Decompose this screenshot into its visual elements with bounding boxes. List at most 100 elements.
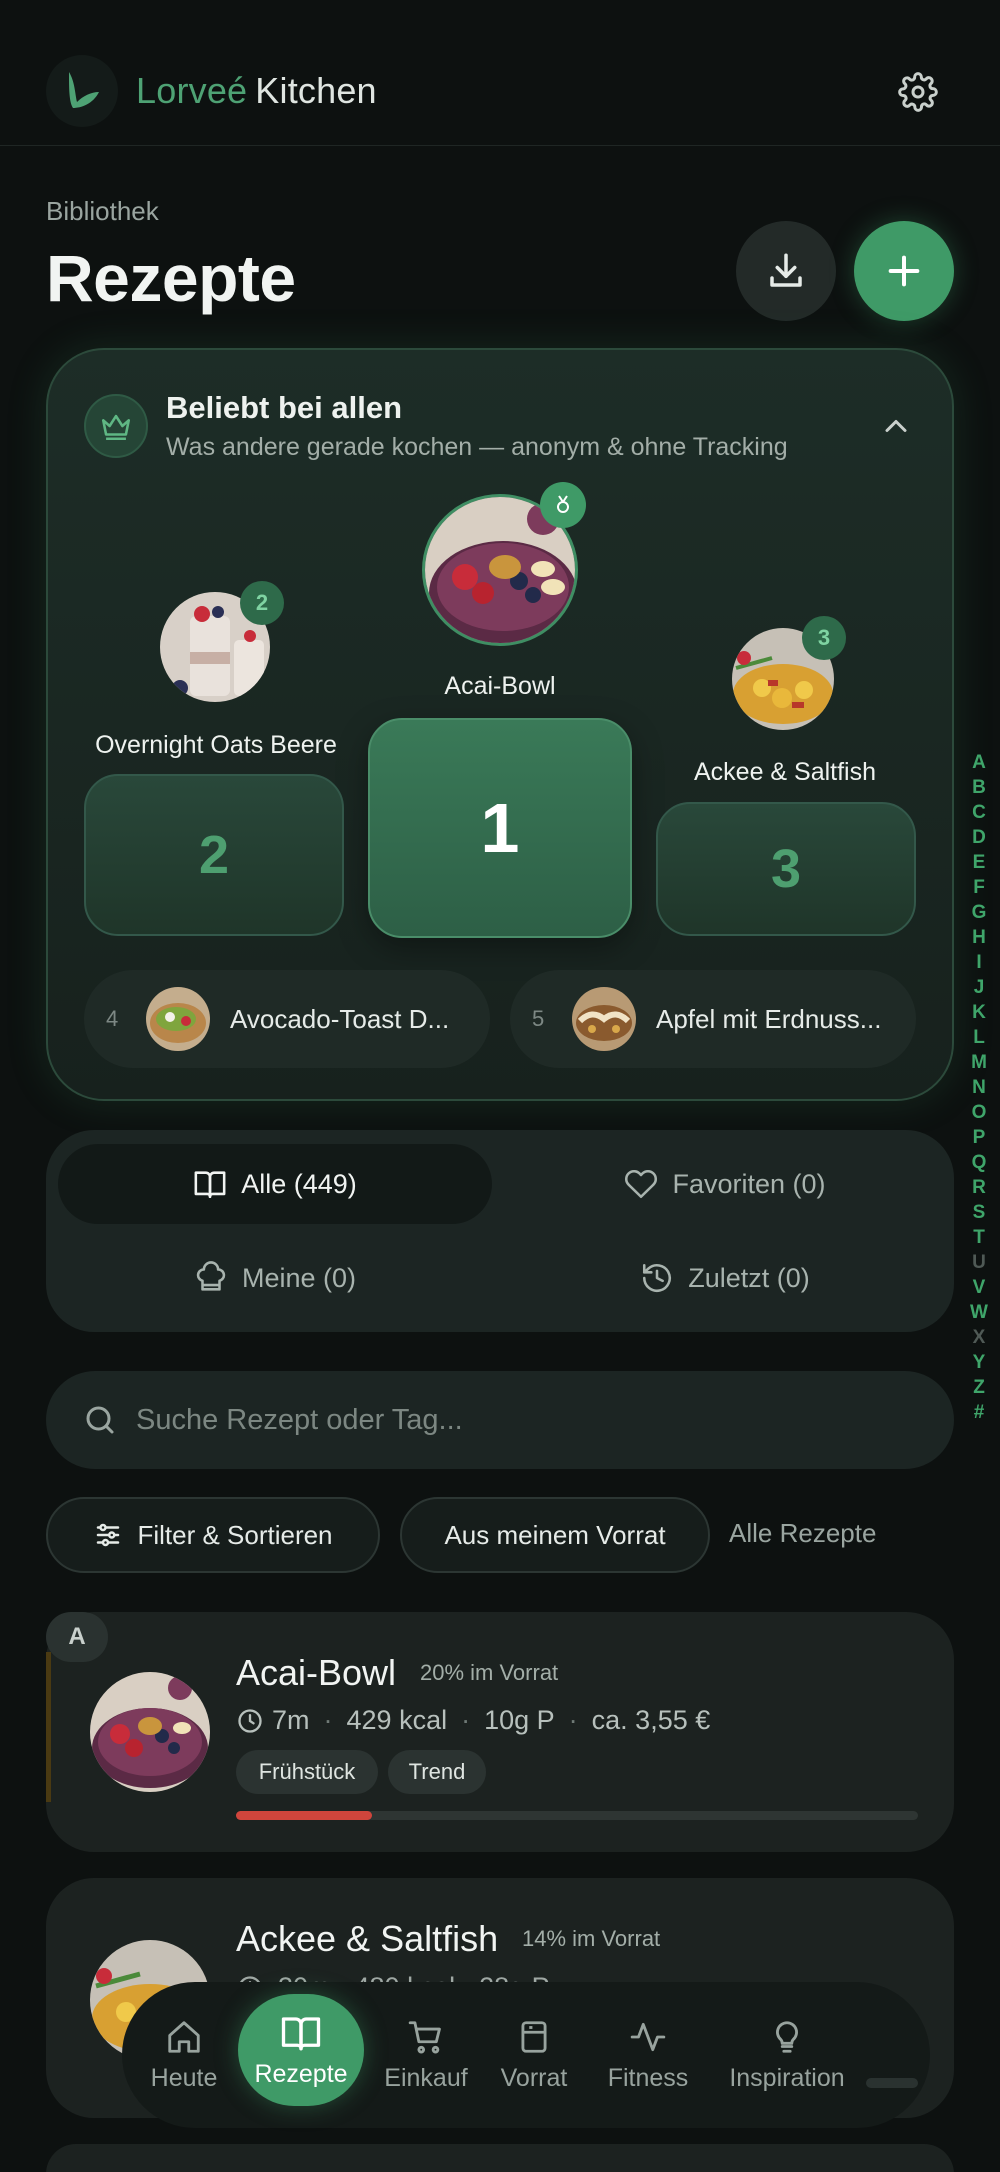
alphabet-letter[interactable]: G — [972, 900, 987, 925]
recipe-protein: 10g P — [484, 1705, 555, 1735]
tab-favorites[interactable]: Favoriten (0) — [508, 1144, 942, 1224]
alphabet-letter[interactable]: # — [974, 1400, 985, 1425]
filter-sort-label: Filter & Sortieren — [137, 1519, 333, 1550]
nav-shopping-label: Einkauf — [384, 2063, 468, 2092]
rank-2-badge: 2 — [240, 581, 284, 625]
tab-recent-label: Zuletzt (0) — [688, 1262, 810, 1293]
chevron-up-icon[interactable] — [878, 408, 918, 444]
tab-favorites-label: Favoriten (0) — [672, 1168, 826, 1199]
alphabet-letter[interactable]: N — [972, 1075, 986, 1100]
recipe-name: Ackee & Saltfish — [236, 1918, 499, 1959]
book-icon — [194, 1171, 226, 1199]
recipe-tag[interactable]: Frühstück — [236, 1750, 378, 1794]
popular-title: Beliebt bei allen — [166, 390, 403, 425]
home-icon — [168, 2020, 200, 2053]
alphabet-letter[interactable]: V — [973, 1275, 986, 1300]
all-recipes-label[interactable]: Alle Rezepte — [729, 1518, 876, 1549]
nav-pantry-label: Vorrat — [500, 2063, 568, 2092]
recipe-stock: 20% im Vorrat — [420, 1660, 559, 1685]
alphabet-letter[interactable]: L — [973, 1025, 985, 1050]
recipe-tag[interactable]: Trend — [388, 1750, 486, 1794]
recipe-stock: 14% im Vorrat — [522, 1926, 661, 1951]
alphabet-letter[interactable]: B — [972, 775, 986, 800]
alphabet-letter[interactable]: A — [972, 750, 986, 775]
alphabet-letter[interactable]: I — [976, 950, 981, 975]
alphabet-letter[interactable]: O — [972, 1100, 987, 1125]
alphabet-letter[interactable]: M — [971, 1050, 987, 1075]
download-icon — [770, 253, 802, 287]
podium-2-name[interactable]: Overnight Oats Beere — [66, 731, 366, 760]
alphabet-letter[interactable]: F — [973, 875, 985, 900]
alphabet-letter[interactable]: S — [973, 1200, 986, 1225]
popular-item-5[interactable]: 5 Apfel mit Erdnuss... — [510, 970, 916, 1068]
podium-1-name[interactable]: Acai-Bowl — [370, 672, 630, 701]
rank-3-badge: 3 — [802, 616, 846, 660]
from-stock-label: Aus meinem Vorrat — [444, 1519, 666, 1550]
recipe-tabs: Alle (449) Favoriten (0) Meine (0) Zulet… — [46, 1130, 954, 1332]
alphabet-index[interactable]: A B C D E F G H I J K L M N O P Q R S T U V W X Y Z # — [968, 750, 990, 1425]
page-title: Rezepte — [46, 241, 296, 315]
alphabet-letter[interactable]: X — [973, 1325, 986, 1350]
search-input[interactable] — [136, 1403, 896, 1437]
meta-separator: · — [323, 1705, 333, 1735]
alphabet-letter[interactable]: P — [973, 1125, 986, 1150]
alphabet-letter[interactable]: Z — [973, 1375, 985, 1400]
tab-mine[interactable]: Meine (0) — [58, 1238, 492, 1318]
apple-peanut-image — [572, 987, 636, 1051]
alphabet-letter[interactable]: Q — [972, 1150, 987, 1175]
alphabet-letter[interactable]: T — [973, 1225, 985, 1250]
crown-icon — [84, 394, 148, 458]
download-button[interactable] — [736, 221, 836, 321]
alphabet-letter[interactable]: H — [972, 925, 986, 950]
alphabet-letter[interactable]: C — [972, 800, 986, 825]
podium-2-rank: 2 — [198, 825, 230, 885]
podium-1[interactable]: 1 — [368, 718, 632, 938]
card-accent — [46, 1652, 51, 1802]
nav-inspiration[interactable]: Inspiration — [720, 1982, 854, 2128]
nav-home[interactable]: Heute — [136, 1982, 232, 2128]
nav-inspiration-label: Inspiration — [729, 2063, 845, 2092]
nav-pantry[interactable]: Vorrat — [488, 1982, 580, 2128]
from-stock-button[interactable]: Aus meinem Vorrat — [400, 1497, 710, 1573]
meta-separator: · — [568, 1705, 578, 1735]
tab-all[interactable]: Alle (449) — [58, 1144, 492, 1224]
popular-item-4[interactable]: 4 Avocado-Toast D... — [84, 970, 490, 1068]
podium-3[interactable]: 3 — [656, 802, 916, 936]
scroll-handle[interactable] — [866, 2078, 918, 2088]
rank-3-badge-text: 3 — [817, 625, 831, 650]
podium-3-name[interactable]: Ackee & Saltfish — [640, 758, 930, 787]
sliders-icon — [97, 1523, 120, 1547]
plus-icon — [888, 255, 920, 287]
nav-fitness[interactable]: Fitness — [596, 1982, 700, 2128]
alphabet-letter[interactable]: Y — [973, 1350, 986, 1375]
nav-recipes[interactable]: Rezepte — [238, 1994, 364, 2106]
popular-item-5-rank: 5 — [532, 1006, 545, 1031]
add-recipe-button[interactable] — [854, 221, 954, 321]
alphabet-letter[interactable]: D — [972, 825, 986, 850]
recipe-time: 7m — [272, 1705, 310, 1735]
recipe-card[interactable] — [46, 2144, 954, 2172]
gear-icon[interactable] — [898, 72, 938, 112]
nav-shopping[interactable]: Einkauf — [378, 1982, 474, 2128]
alphabet-letter[interactable]: K — [972, 1000, 986, 1025]
podium-1-rank: 1 — [480, 789, 520, 867]
alphabet-letter[interactable]: U — [972, 1250, 986, 1275]
podium-2[interactable]: 2 — [84, 774, 344, 936]
recipe-name: Acai-Bowl — [236, 1652, 397, 1693]
alphabet-letter[interactable]: E — [973, 850, 986, 875]
popular-item-4-rank: 4 — [106, 1006, 119, 1031]
alphabet-letter[interactable]: W — [970, 1300, 988, 1325]
alphabet-letter[interactable]: J — [974, 975, 985, 1000]
brand-part-2: Kitchen — [255, 70, 377, 111]
book-icon — [281, 2016, 321, 2050]
search-bar[interactable] — [46, 1371, 954, 1469]
tab-recent[interactable]: Zuletzt (0) — [508, 1238, 942, 1318]
popular-item-5-name: Apfel mit Erdnuss... — [656, 1003, 882, 1034]
rank-1-medal-icon — [540, 482, 586, 528]
popular-item-4-name: Avocado-Toast D... — [230, 1003, 450, 1034]
alphabet-letter[interactable]: R — [972, 1175, 986, 1200]
chef-hat-icon — [196, 1261, 226, 1291]
filter-sort-button[interactable]: Filter & Sortieren — [46, 1497, 380, 1573]
lightbulb-icon — [776, 2020, 798, 2053]
recipe-kcal: 429 kcal — [346, 1705, 448, 1735]
